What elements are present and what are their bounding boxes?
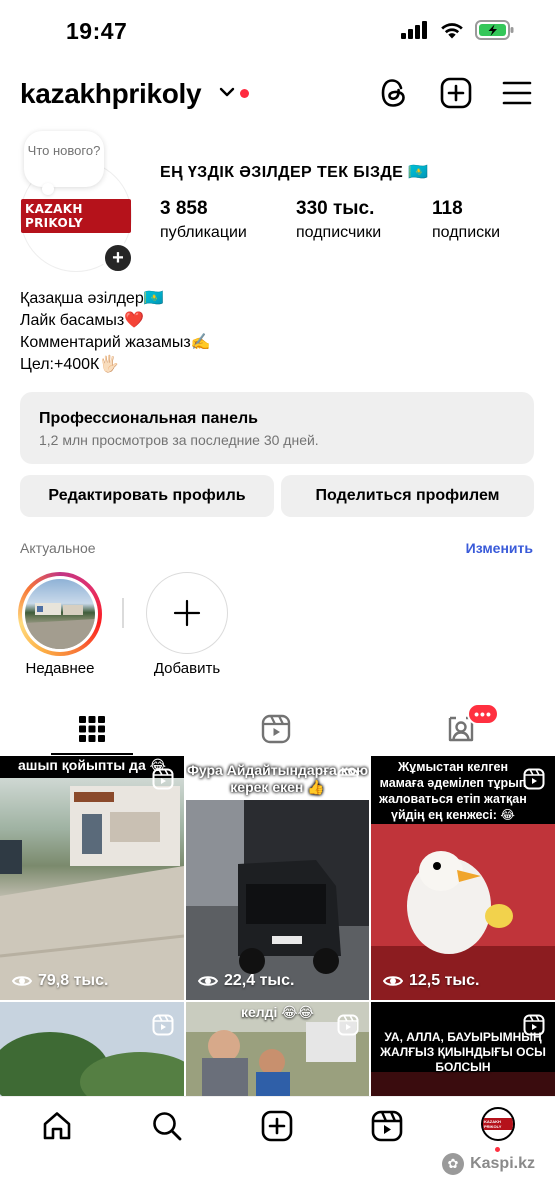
watermark: ✿ Kaspi.kz (442, 1153, 535, 1175)
stat-following[interactable]: 118 подписки (432, 198, 500, 242)
highlight-cover-image (25, 579, 95, 649)
highlights-edit-link[interactable]: Изменить (466, 540, 533, 556)
stat-label: подписчики (296, 224, 382, 241)
highlight-label: Добавить (153, 660, 221, 677)
home-icon (43, 1112, 71, 1140)
profile-display-name: ЕҢ ҮЗДІК ӘЗІЛДЕР ТЕК БІЗДЕ 🇰🇿 (160, 164, 429, 181)
reel-indicator-icon (523, 768, 545, 790)
posts-grid: ашып қойыпты да 😂 79,8 тыс. Фура Айдайты… (0, 756, 555, 1096)
eye-icon (12, 976, 32, 986)
create-button[interactable] (439, 76, 473, 110)
reel-indicator-icon (337, 1014, 359, 1036)
post-views: 12,5 тыс. (383, 972, 479, 990)
tagged-notification-badge: ••• (467, 703, 499, 725)
grid-icon (79, 716, 105, 742)
stat-posts[interactable]: 3 858 публикации (160, 198, 247, 242)
reel-indicator-icon (523, 1014, 545, 1036)
nav-create[interactable] (260, 1109, 294, 1143)
username[interactable]: kazakhprikoly (20, 78, 202, 110)
threads-icon (381, 79, 405, 107)
menu-icon (502, 81, 532, 105)
stat-value: 330 тыс. (296, 198, 375, 219)
bio-line: Қазақша әзілдер🇰🇿 (20, 290, 164, 307)
views-count: 12,5 тыс. (409, 972, 480, 989)
highlight-label: Недавнее (25, 660, 95, 677)
add-story-plus-icon[interactable]: + (102, 242, 134, 274)
nav-notification-dot (495, 1147, 500, 1152)
grid-post[interactable] (0, 1002, 184, 1096)
bio-line: Комментарий жазамыз✍️ (20, 334, 211, 351)
grid-post[interactable]: УА, АЛЛА, БАУЫРЫМНЫҢ ЖАЛҒЫЗ ҚИЫНДЫҒЫ ОСЫ… (371, 1002, 555, 1096)
plus-square-icon (261, 1110, 293, 1142)
highlight-recent[interactable] (18, 572, 102, 656)
eye-icon (383, 976, 403, 986)
plus-icon (173, 599, 201, 627)
pro-panel-subtitle: 1,2 млн просмотров за последние 30 дней. (39, 432, 319, 448)
tab-reels[interactable] (259, 712, 293, 746)
post-views: 22,4 тыс. (198, 972, 294, 990)
kaspi-logo-icon: ✿ (442, 1153, 465, 1175)
pro-panel-title: Профессиональная панель (39, 410, 258, 427)
status-time: 19:47 (66, 18, 128, 44)
notification-dot (240, 89, 249, 98)
tab-posts-grid[interactable] (75, 712, 109, 746)
threads-button[interactable] (377, 76, 411, 110)
bio-line: Цел:+400К🖐🏻 (20, 356, 120, 373)
nav-profile-avatar[interactable]: KAZAKH PRIKOLY (481, 1107, 515, 1141)
stat-followers[interactable]: 330 тыс. подписчики (296, 198, 381, 242)
add-highlight-button[interactable] (146, 572, 228, 654)
nav-avatar-logo: KAZAKH PRIKOLY (483, 1118, 513, 1130)
views-count: 22,4 тыс. (224, 972, 295, 989)
menu-button[interactable] (500, 76, 534, 110)
reels-icon (371, 1110, 403, 1142)
reel-indicator-icon (152, 1014, 174, 1036)
cellular-signal-icon (401, 21, 427, 39)
profile-bio: Қазақша әзілдер🇰🇿 Лайк басамыз❤️ Коммент… (20, 288, 211, 376)
grid-post[interactable]: келді 😂😂 (186, 1002, 369, 1096)
reel-indicator-icon (152, 768, 174, 790)
chevron-down-icon[interactable] (219, 86, 235, 98)
highlight-cover-scene (25, 603, 95, 649)
grid-post[interactable]: ашып қойыпты да 😂 79,8 тыс. (0, 756, 184, 1000)
nav-reels[interactable] (370, 1109, 404, 1143)
post-caption: УА, АЛЛА, БАУЫРЫМНЫҢ ЖАЛҒЫЗ ҚИЫНДЫҒЫ ОСЫ… (380, 1030, 546, 1074)
edit-profile-button[interactable]: Редактировать профиль (20, 475, 274, 517)
stat-value: 118 (432, 198, 463, 219)
plus-square-icon (440, 77, 472, 109)
stat-label: подписки (432, 224, 501, 241)
profile-header: kazakhprikoly (0, 70, 555, 120)
bottom-navigation: KAZAKH PRIKOLY (0, 1096, 555, 1200)
battery-charging-icon (475, 20, 514, 40)
wifi-icon (441, 22, 463, 38)
watermark-text: Kaspi.kz (470, 1155, 535, 1172)
reel-indicator-icon (337, 768, 359, 790)
note-bubble[interactable]: Что нового? (24, 131, 104, 195)
highlights-divider (122, 598, 124, 628)
nav-search[interactable] (150, 1109, 184, 1143)
eye-icon (198, 976, 218, 986)
stat-value: 3 858 (160, 198, 208, 219)
status-bar: 19:47 (0, 0, 555, 70)
professional-dashboard[interactable]: Профессиональная панель 1,2 млн просмотр… (20, 392, 534, 464)
views-count: 79,8 тыс. (38, 972, 109, 989)
reels-icon (261, 714, 291, 744)
active-tab-indicator (51, 753, 133, 755)
nav-home[interactable] (40, 1109, 74, 1143)
avatar-logo: KAZAKH PRIKOLY (21, 199, 131, 233)
bio-line: Лайк басамыз❤️ (20, 312, 145, 329)
post-views: 79,8 тыс. (12, 972, 108, 990)
note-text: Что нового? (27, 143, 101, 158)
post-thumbnail-1 (0, 756, 184, 1000)
grid-post[interactable]: Фура Айдайтындарға кою керек екен 👍 22,4… (186, 756, 369, 1000)
stat-label: публикации (160, 224, 247, 241)
grid-post[interactable]: Жұмыстан келген мамаға әдемілеп тұрып жа… (371, 756, 555, 1000)
highlights-label: Актуальное (20, 540, 96, 556)
status-icons (401, 20, 515, 40)
search-icon (153, 1112, 182, 1141)
highlight-ring-inner (22, 576, 98, 652)
share-profile-button[interactable]: Поделиться профилем (281, 475, 534, 517)
